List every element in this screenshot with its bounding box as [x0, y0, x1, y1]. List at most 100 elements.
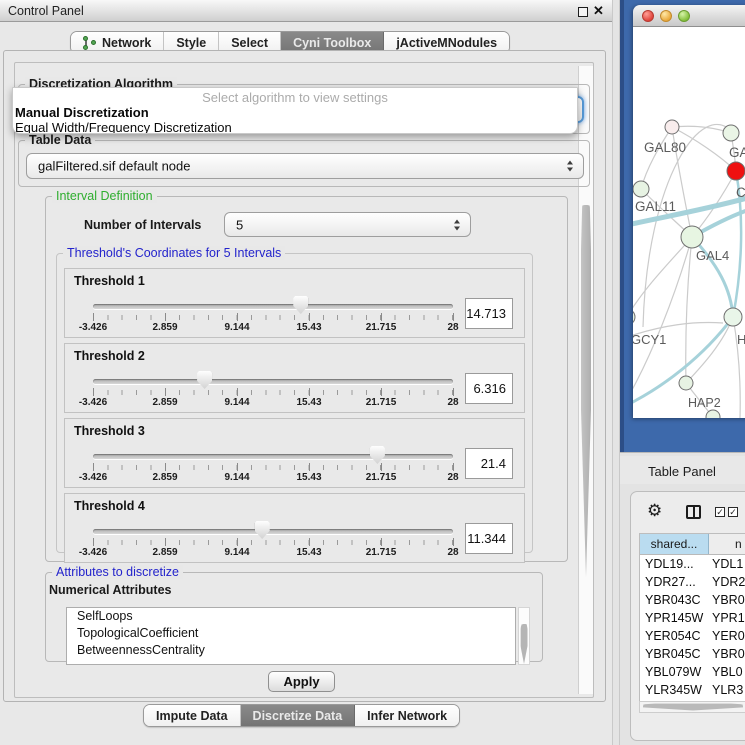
table-cell[interactable]: YPR1	[709, 609, 745, 627]
table-cell[interactable]: YDL19...	[640, 555, 709, 573]
table-row[interactable]: YDR27...YDR2	[640, 573, 745, 591]
tab-discretize-data[interactable]: Discretize Data	[241, 705, 356, 726]
table-cell[interactable]: YLR3	[709, 681, 745, 699]
close-traffic-light-icon[interactable]	[642, 10, 654, 22]
table-cell[interactable]: YBR043C	[640, 591, 709, 609]
threshold-row-3: Threshold 3 -3.4262.8599.14415.4321.7152…	[64, 418, 525, 488]
table-cell[interactable]: YPR145W	[640, 609, 709, 627]
scrollbar-thumb[interactable]	[643, 704, 743, 711]
zoom-traffic-light-icon[interactable]	[678, 10, 690, 22]
table-row[interactable]: YBR045CYBR0	[640, 645, 745, 663]
table-cell[interactable]: YDL1	[709, 555, 745, 573]
scrollbar-thumb[interactable]	[521, 624, 528, 664]
network-canvas[interactable]: GAL80GACGAL11GAL4GCY1HHAP2	[633, 27, 745, 418]
tab-impute-data[interactable]: Impute Data	[144, 705, 241, 726]
network-edge[interactable]	[641, 127, 672, 189]
table-cell[interactable]: YER054C	[640, 627, 709, 645]
slider-thumb[interactable]	[293, 296, 308, 314]
table-data-value: galFiltered.sif default node	[38, 159, 190, 174]
num-intervals-combobox[interactable]: 5	[224, 212, 471, 237]
column-header-shared-[interactable]: shared...	[640, 534, 709, 554]
table-row[interactable]: YLR345WYLR3	[640, 681, 745, 699]
tick-label: 9.144	[224, 397, 249, 408]
table-cell[interactable]: YDR2	[709, 573, 745, 591]
algorithm-option-manual-discretization[interactable]: Manual Discretization	[13, 105, 577, 120]
slider-ticks	[93, 390, 453, 395]
close-icon[interactable]: ✕	[593, 3, 604, 19]
numerical-attributes-list[interactable]: SelfLoopsTopologicalCoefficientBetweenne…	[66, 607, 516, 665]
threshold-slider[interactable]: -3.4262.8599.14415.4321.71528	[93, 518, 453, 560]
threshold-value-field[interactable]: 21.4	[465, 448, 513, 479]
threshold-slider[interactable]: -3.4262.8599.14415.4321.71528	[93, 443, 453, 485]
network-icon	[83, 36, 96, 50]
threshold-slider[interactable]: -3.4262.8599.14415.4321.71528	[93, 368, 453, 410]
panel-divider[interactable]	[612, 0, 620, 745]
slider-track[interactable]	[93, 379, 453, 384]
table-cell[interactable]: YLR345W	[640, 681, 709, 699]
attribute-item-selfloops[interactable]: SelfLoops	[67, 608, 515, 625]
gear-icon[interactable]: ⚙	[647, 501, 662, 521]
table-panel-header: Table Panel	[620, 456, 745, 484]
node-label-gal80: GAL80	[644, 140, 686, 155]
columns-icon[interactable]	[686, 505, 701, 519]
slider-track[interactable]	[93, 529, 453, 534]
threshold-value-field[interactable]: 14.713	[465, 298, 513, 329]
network-edge[interactable]	[633, 237, 692, 399]
network-node[interactable]	[681, 226, 703, 248]
tick-label: 15.43	[296, 472, 321, 483]
network-node[interactable]	[665, 120, 679, 134]
tab-infer-network[interactable]: Infer Network	[355, 705, 459, 726]
table-row[interactable]: YDL19...YDL1	[640, 555, 745, 573]
network-window-titlebar[interactable]	[633, 5, 745, 27]
attribute-item-topologicalcoefficient[interactable]: TopologicalCoefficient	[67, 625, 515, 642]
slider-track[interactable]	[93, 304, 453, 309]
network-node[interactable]	[679, 376, 693, 390]
major-tick	[453, 538, 454, 546]
slider-track[interactable]	[93, 454, 453, 459]
network-edge[interactable]	[633, 237, 692, 317]
algorithm-options: Manual DiscretizationEqual Width/Frequen…	[13, 105, 577, 134]
apply-button[interactable]: Apply	[268, 671, 335, 692]
network-graph: GAL80GACGAL11GAL4GCY1HHAP2	[633, 27, 745, 418]
attribute-item-betweennesscentrality[interactable]: BetweennessCentrality	[67, 642, 515, 659]
minimize-traffic-light-icon[interactable]	[660, 10, 672, 22]
checkbox-icon[interactable]	[728, 507, 738, 517]
table-row[interactable]: YER054CYER0	[640, 627, 745, 645]
algorithm-option-equal-width-frequency-discretization[interactable]: Equal Width/Frequency Discretization	[13, 120, 577, 134]
table-cell[interactable]: YER0	[709, 627, 745, 645]
table-cell[interactable]: YBR0	[709, 591, 745, 609]
table-horizontal-scrollbar[interactable]	[639, 701, 745, 713]
checkbox-icon[interactable]	[715, 507, 725, 517]
threshold-value-field[interactable]: 6.316	[465, 373, 513, 404]
table-row[interactable]: YPR145WYPR1	[640, 609, 745, 627]
network-node[interactable]	[633, 181, 649, 197]
slider-thumb[interactable]	[255, 521, 270, 539]
network-view-window[interactable]: GAL80GACGAL11GAL4GCY1HHAP2	[633, 5, 745, 418]
table-row[interactable]: YBR043CYBR0	[640, 591, 745, 609]
table-data-combobox[interactable]: galFiltered.sif default node	[26, 153, 584, 179]
network-node[interactable]	[724, 308, 742, 326]
column-header-n[interactable]: n	[709, 534, 745, 554]
node-table[interactable]: shared...n YDL19...YDL1YDR27...YDR2YBR04…	[639, 533, 745, 701]
table-cell[interactable]: YDR27...	[640, 573, 709, 591]
network-node[interactable]	[723, 125, 739, 141]
float-icon[interactable]	[578, 7, 588, 17]
table-cell[interactable]: YBL079W	[640, 663, 709, 681]
interval-definition-group: Interval Definition Number of Intervals …	[45, 196, 568, 562]
major-tick	[165, 463, 166, 471]
threshold-value-field[interactable]: 11.344	[465, 523, 513, 554]
table-cell[interactable]: YBR0	[709, 645, 745, 663]
table-cell[interactable]: YBL0	[709, 663, 745, 681]
network-node[interactable]	[727, 162, 745, 180]
major-tick	[309, 388, 310, 396]
table-row[interactable]: YBL079WYBL0	[640, 663, 745, 681]
network-node[interactable]	[633, 309, 635, 325]
slider-thumb[interactable]	[370, 446, 385, 464]
tab-label: Infer Network	[367, 709, 447, 723]
attributes-scrollbar[interactable]	[518, 607, 530, 665]
slider-thumb[interactable]	[197, 371, 212, 389]
scrollbar-thumb[interactable]	[581, 205, 591, 577]
table-cell[interactable]: YBR045C	[640, 645, 709, 663]
tick-label: 21.715	[366, 472, 397, 483]
threshold-slider[interactable]: -3.4262.8599.14415.4321.71528	[93, 293, 453, 335]
